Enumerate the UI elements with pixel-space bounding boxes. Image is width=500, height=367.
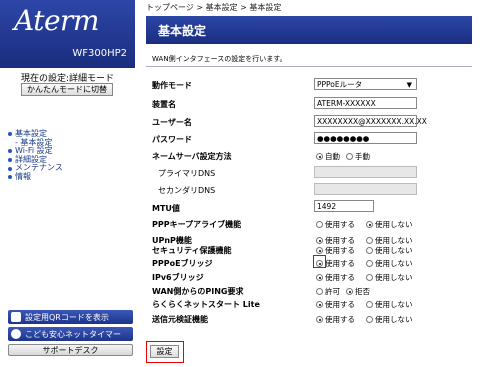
device-name-input[interactable]: ATERM-XXXXXX xyxy=(314,97,417,109)
breadcrumb: トップページ > 基本設定 > 基本設定 xyxy=(146,3,282,12)
divider xyxy=(146,66,472,67)
easy-net-off-radio[interactable]: 使用しない xyxy=(366,299,413,310)
qr-icon xyxy=(11,312,21,322)
sender-verify-label: 送信元検証機能 xyxy=(152,315,208,324)
username-label: ユーザー名 xyxy=(152,118,192,127)
menu-label: 情報 xyxy=(15,171,31,181)
keepalive-label: PPPキープアライブ機能 xyxy=(152,220,242,229)
submit-button[interactable]: 設定 xyxy=(150,345,179,358)
kids-timer-button[interactable]: こども安心ネットタイマー xyxy=(8,327,133,341)
kids-icon xyxy=(11,329,21,339)
radio-label: 許可 xyxy=(325,287,340,296)
radio-selected-icon xyxy=(316,247,323,254)
sidebar: Aterm WF300HP2 現在の設定:詳細モード かんたんモードに切替 基本… xyxy=(0,0,135,367)
radio-label: 拒否 xyxy=(355,287,370,296)
radio-label: 使用する xyxy=(325,315,355,324)
radio-icon xyxy=(366,260,373,267)
device-name-label: 装置名 xyxy=(152,100,176,109)
wan-ping-allow-radio[interactable]: 許可 xyxy=(316,286,340,297)
radio-selected-icon xyxy=(316,237,323,244)
radio-icon xyxy=(366,237,373,244)
pppoe-bridge-label: PPPoEブリッジ xyxy=(152,259,213,268)
primary-dns-input[interactable] xyxy=(314,166,417,178)
operation-mode-select[interactable]: PPPoEルータ ▼ xyxy=(314,78,417,90)
security-off-radio[interactable]: 使用しない xyxy=(366,245,413,256)
bullet-icon xyxy=(8,175,12,180)
radio-icon xyxy=(366,316,373,323)
radio-selected-icon xyxy=(366,221,373,228)
ipv6-bridge-label: IPv6ブリッジ xyxy=(152,273,204,282)
easy-net-label: らくらくネットスタート Lite xyxy=(152,300,260,309)
radio-label: 使用する xyxy=(325,220,355,229)
model-name: WF300HP2 xyxy=(72,48,127,59)
operation-mode-label: 動作モード xyxy=(152,81,192,90)
dns-manual-radio[interactable]: 手動 xyxy=(346,151,370,162)
secondary-dns-label: セカンダリDNS xyxy=(158,186,216,195)
easy-net-on-radio[interactable]: 使用する xyxy=(316,299,355,310)
aterm-logo: Aterm xyxy=(14,4,100,37)
qr-button-label: 設定用QRコードを表示 xyxy=(25,312,109,322)
radio-label: 使用しない xyxy=(375,246,413,255)
primary-dns-label: プライマリDNS xyxy=(158,169,216,178)
radio-label: 使用しない xyxy=(375,315,413,324)
menu-info[interactable]: 情報 xyxy=(8,171,63,182)
radio-icon xyxy=(316,221,323,228)
radio-label: 使用しない xyxy=(375,300,413,309)
keepalive-on-radio[interactable]: 使用する xyxy=(316,219,355,230)
kids-button-label: こども安心ネットタイマー xyxy=(25,329,121,339)
keepalive-off-radio[interactable]: 使用しない xyxy=(366,219,413,230)
radio-selected-icon xyxy=(316,316,323,323)
bullet-icon xyxy=(8,166,12,171)
highlight-box: 設定 xyxy=(146,341,184,363)
easy-mode-button[interactable]: かんたんモードに切替 xyxy=(21,83,113,96)
password-input[interactable]: ●●●●●●●● xyxy=(314,132,417,144)
select-value: PPPoEルータ xyxy=(317,79,363,89)
bullet-icon xyxy=(8,158,12,163)
bullet-icon xyxy=(8,132,12,137)
sender-verify-on-radio[interactable]: 使用する xyxy=(316,314,355,325)
sender-verify-off-radio[interactable]: 使用しない xyxy=(366,314,413,325)
qr-code-button[interactable]: 設定用QRコードを表示 xyxy=(8,310,133,324)
radio-icon xyxy=(366,274,373,281)
ipv6-bridge-on-radio[interactable]: 使用する xyxy=(316,272,355,283)
password-label: パスワード xyxy=(152,135,192,144)
secondary-dns-input[interactable] xyxy=(314,183,417,195)
side-menu: 基本設定 - 基本設定 Wi-Fi 設定 詳細設定 メンテナンス 情報 xyxy=(8,129,63,182)
radio-label: 使用しない xyxy=(375,273,413,282)
dns-auto-radio[interactable]: 自動 xyxy=(316,151,340,162)
wan-ping-deny-radio[interactable]: 拒否 xyxy=(346,286,370,297)
radio-selected-icon xyxy=(316,274,323,281)
chevron-down-icon: ▼ xyxy=(406,81,412,89)
radio-label: 使用する xyxy=(325,259,355,268)
username-input[interactable]: XXXXXXXX@XXXXXXX.XX.XX xyxy=(314,115,427,127)
logo-header: Aterm WF300HP2 xyxy=(0,0,135,68)
support-desk-button[interactable]: サポートデスク xyxy=(8,344,133,356)
radio-label: 使用しない xyxy=(375,220,413,229)
pppoe-bridge-off-radio[interactable]: 使用しない xyxy=(366,258,413,269)
highlight-box xyxy=(313,255,326,268)
wan-ping-label: WAN側からのPING要求 xyxy=(152,287,244,296)
radio-icon xyxy=(316,288,323,295)
radio-selected-icon xyxy=(316,301,323,308)
radio-icon xyxy=(366,301,373,308)
page-title: 基本設定 xyxy=(146,16,472,44)
ipv6-bridge-off-radio[interactable]: 使用しない xyxy=(366,272,413,283)
page-description: WAN側インタフェースの設定を行います。 xyxy=(152,55,287,63)
radio-icon xyxy=(346,153,353,160)
radio-selected-icon xyxy=(316,153,323,160)
radio-label: 使用する xyxy=(325,246,355,255)
radio-label: 自動 xyxy=(325,152,340,161)
mtu-input[interactable]: 1492 xyxy=(314,200,374,212)
bullet-icon xyxy=(8,149,12,154)
radio-icon xyxy=(366,247,373,254)
radio-label: 使用する xyxy=(325,273,355,282)
radio-label: 使用しない xyxy=(375,259,413,268)
radio-selected-icon xyxy=(346,288,353,295)
radio-label: 手動 xyxy=(355,152,370,161)
security-label: セキュリティ保護機能 xyxy=(152,246,232,255)
radio-label: 使用する xyxy=(325,300,355,309)
dns-method-label: ネームサーバ設定方法 xyxy=(152,152,232,161)
mtu-label: MTU値 xyxy=(152,204,180,213)
